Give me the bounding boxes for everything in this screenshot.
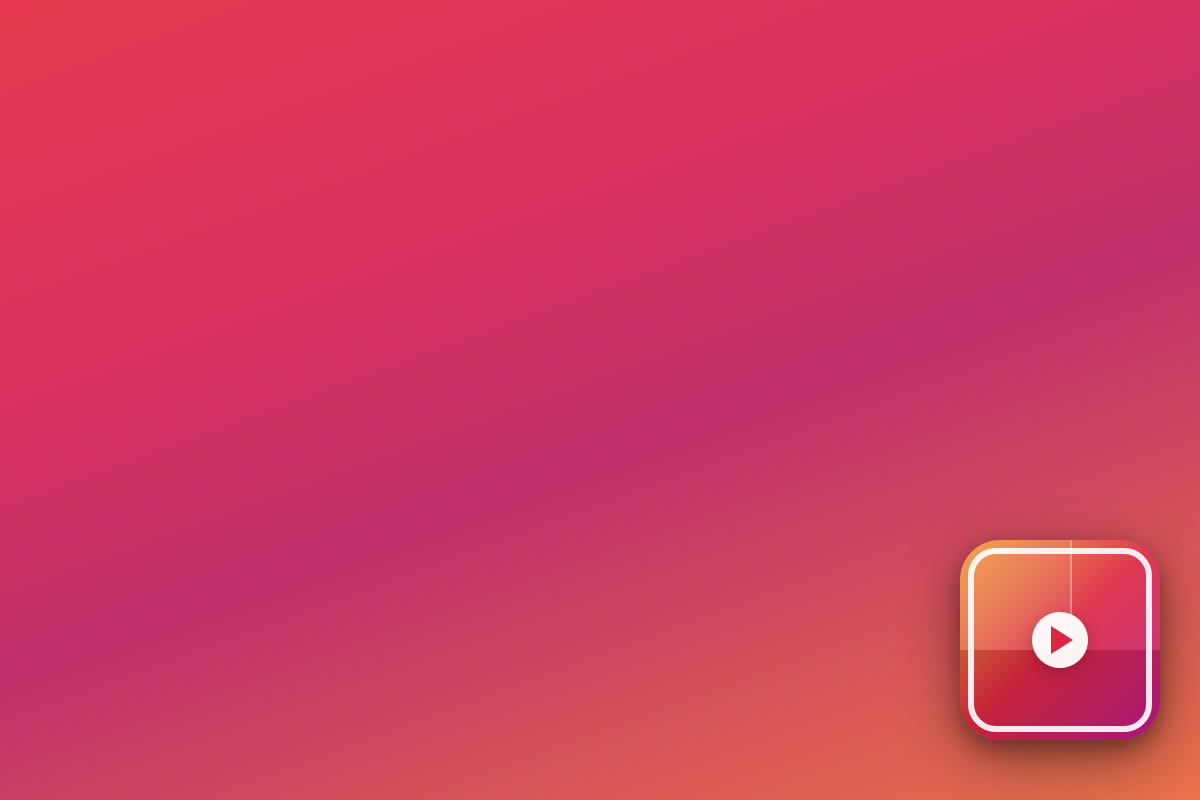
play-triangle-icon [1051,626,1073,654]
reels-app-icon[interactable] [960,540,1160,740]
app-icon-frame [968,548,1152,732]
reels-app-icon-container[interactable] [960,540,1160,740]
app-icon-play-button[interactable] [1032,612,1088,668]
